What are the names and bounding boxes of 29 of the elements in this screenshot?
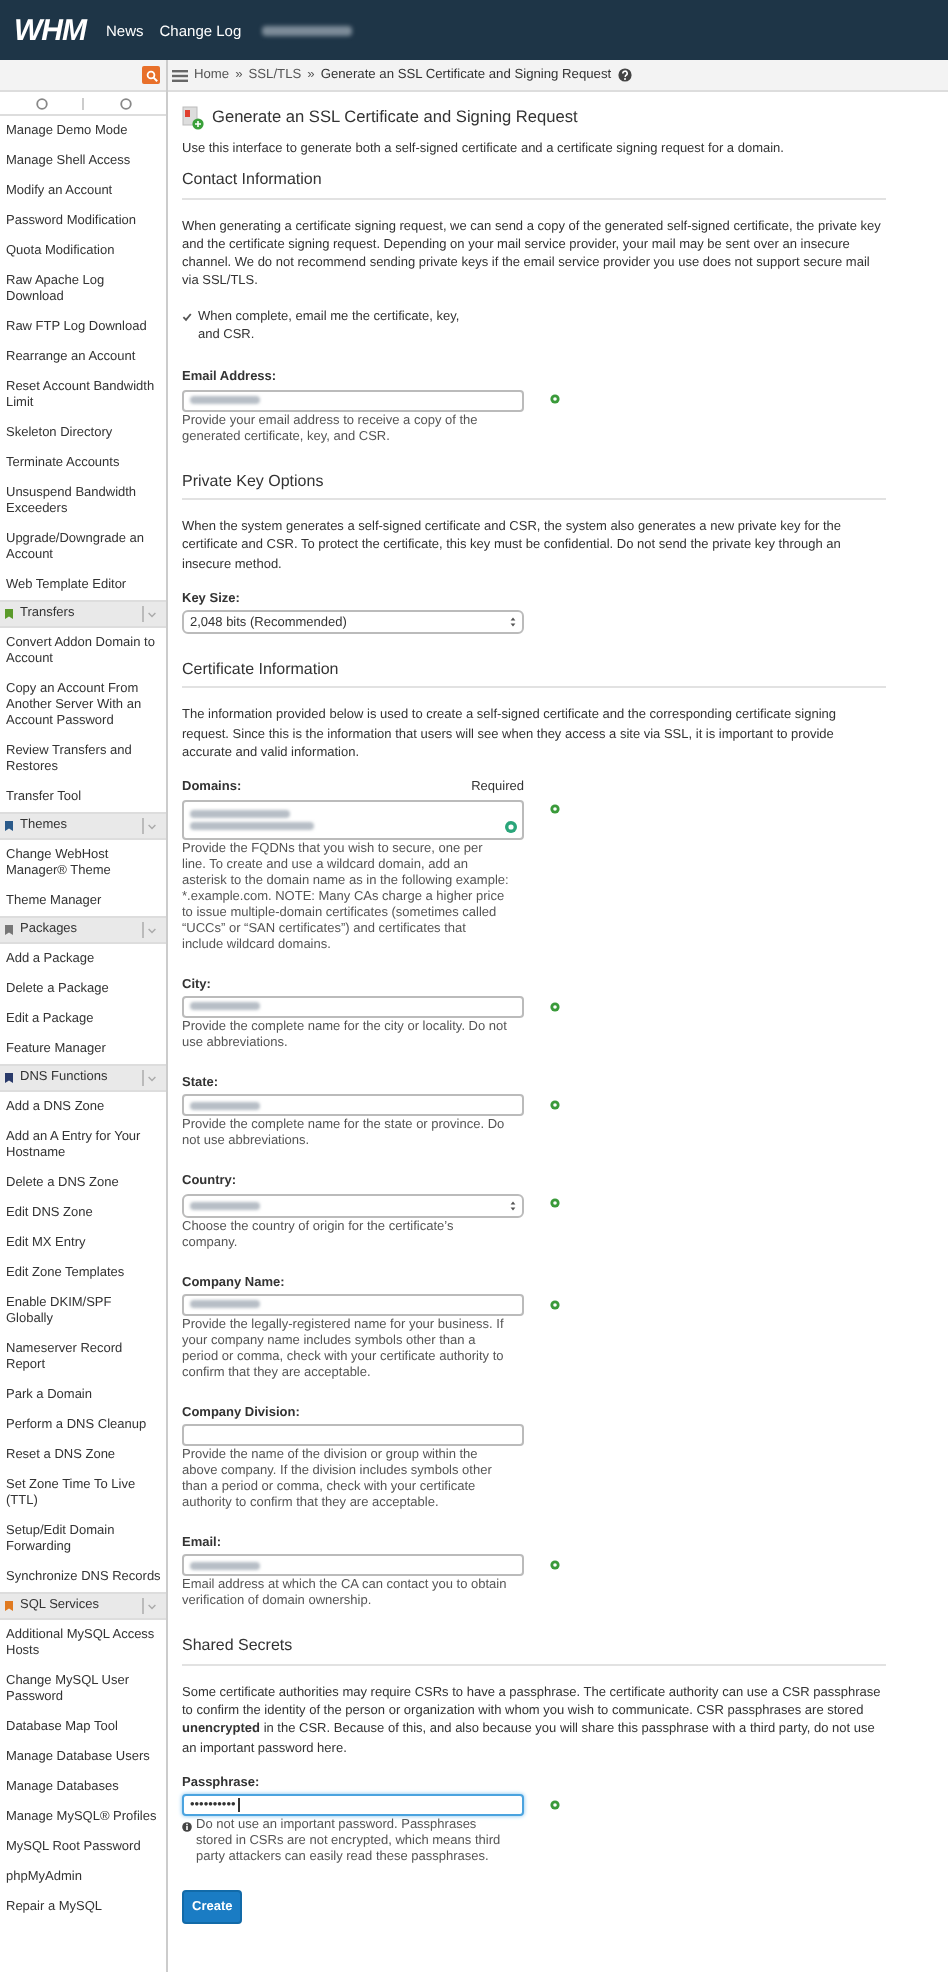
input-field[interactable] <box>182 1554 524 1577</box>
section-heading: Shared Secrets <box>182 1632 886 1666</box>
blurred-value <box>190 821 314 830</box>
help-icon <box>617 68 632 82</box>
menu-icon <box>172 69 188 81</box>
input-field[interactable] <box>182 1293 524 1316</box>
input-field[interactable] <box>182 995 524 1018</box>
page-title: Generate an SSL Certificate and Signing Request <box>212 108 578 128</box>
select-dropdown[interactable] <box>182 1193 524 1218</box>
section-heading: Private Key Options <box>182 467 886 500</box>
section-heading: Contact Information <box>182 166 886 200</box>
chevron-icon <box>148 1603 156 1609</box>
section-heading: Certificate Information <box>182 656 886 689</box>
grammar-check-icon <box>504 819 518 834</box>
chevron-icon <box>148 611 156 617</box>
input-field[interactable] <box>182 1094 524 1117</box>
chevron-icon <box>148 823 156 829</box>
whm-logo: WHM <box>14 13 86 47</box>
select-arrows-icon <box>510 1199 516 1212</box>
input-field[interactable] <box>182 389 524 412</box>
chevron-icon <box>148 1075 156 1081</box>
text-area[interactable] <box>182 799 524 840</box>
checkbox[interactable] <box>182 311 192 322</box>
search-button[interactable] <box>142 66 160 84</box>
input-field[interactable] <box>182 1424 524 1447</box>
certificate-icon <box>182 106 204 130</box>
blurred-link[interactable] <box>261 25 352 35</box>
chevron-icon <box>148 927 156 933</box>
select-arrows-icon <box>510 616 516 629</box>
